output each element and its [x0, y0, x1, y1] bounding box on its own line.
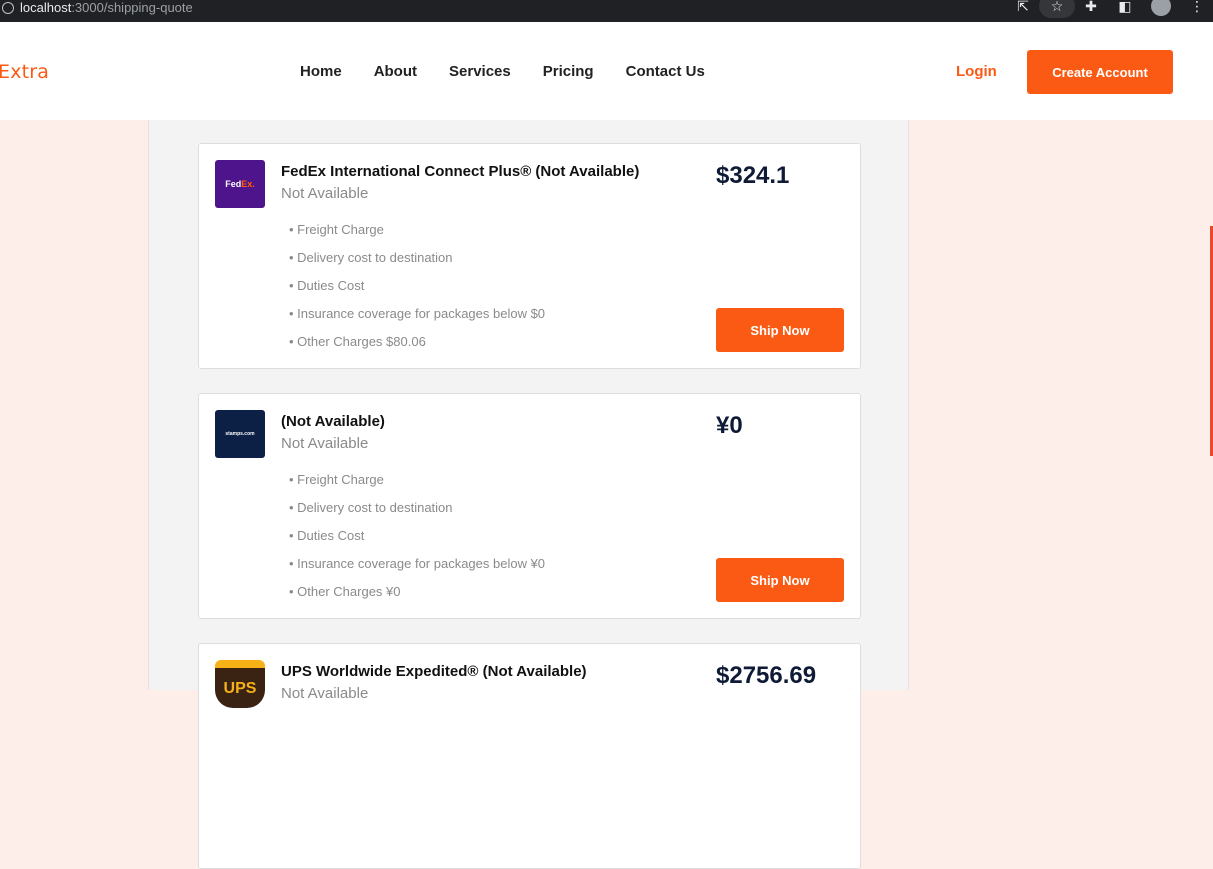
- charge-item: • Other Charges $80.06: [289, 334, 426, 349]
- quote-price: ¥0: [716, 412, 743, 439]
- quote-card: Fed Ex. FedEx International Connect Plus®…: [198, 143, 861, 369]
- charge-item: • Delivery cost to destination: [289, 250, 453, 265]
- browser-toolbar: localhost:3000/shipping-quote ⇱ ☆ ✚ ◧ ⋮: [0, 0, 1213, 22]
- quote-price: $324.1: [716, 162, 790, 189]
- charges-list: • Freight Charge • Delivery cost to dest…: [289, 222, 545, 362]
- profile-avatar-icon[interactable]: [1151, 0, 1171, 16]
- nav-links: Home About Services Pricing Contact Us: [300, 63, 705, 80]
- stamps-logo: stamps.com: [215, 410, 265, 458]
- ship-now-button[interactable]: Ship Now: [716, 308, 844, 352]
- quote-title: FedEx International Connect Plus® (Not A…: [281, 163, 640, 180]
- quote-card: stamps.com (Not Available) Not Available…: [198, 393, 861, 619]
- charge-item: • Duties Cost: [289, 528, 365, 543]
- quote-status: Not Available: [281, 185, 369, 202]
- quotes-panel: Fed Ex. FedEx International Connect Plus®…: [148, 120, 909, 869]
- star-icon[interactable]: ☆: [1049, 0, 1065, 15]
- charges-list: • Freight Charge • Delivery cost to dest…: [289, 472, 545, 612]
- charge-item: • Other Charges ¥0: [289, 584, 401, 599]
- nav-home[interactable]: Home: [300, 63, 342, 80]
- ups-logo: UPS: [215, 660, 265, 708]
- charge-item: • Duties Cost: [289, 278, 365, 293]
- create-account-button[interactable]: Create Account: [1027, 50, 1173, 94]
- quote-title: UPS Worldwide Expedited® (Not Available): [281, 663, 587, 680]
- quote-title: (Not Available): [281, 413, 385, 430]
- quote-card: UPS UPS Worldwide Expedited® (Not Availa…: [198, 643, 861, 869]
- nav-pricing[interactable]: Pricing: [543, 63, 594, 80]
- charge-item: • Insurance coverage for packages below …: [289, 556, 546, 571]
- menu-kebab-icon[interactable]: ⋮: [1189, 0, 1205, 15]
- ups-shield: UPS: [215, 660, 265, 708]
- charge-item: • Insurance coverage for packages below …: [289, 306, 546, 321]
- quote-status: Not Available: [281, 435, 369, 452]
- url-path: :3000/shipping-quote: [71, 0, 193, 15]
- site-info-icon[interactable]: [2, 2, 14, 14]
- side-panel-icon[interactable]: ◧: [1117, 0, 1133, 15]
- quote-status: Not Available: [281, 685, 369, 702]
- fedex-logo-fed: Fed: [225, 179, 242, 189]
- extensions-icon[interactable]: ✚: [1083, 0, 1099, 15]
- nav-contact-us[interactable]: Contact Us: [626, 63, 705, 80]
- brand-logo[interactable]: Extra: [0, 61, 49, 83]
- url-host: localhost: [20, 0, 72, 15]
- login-link[interactable]: Login: [956, 63, 997, 80]
- charge-item: • Delivery cost to destination: [289, 500, 453, 515]
- charge-item: • Freight Charge: [289, 222, 384, 237]
- address-bar[interactable]: localhost:3000/shipping-quote: [20, 0, 193, 15]
- nav-about[interactable]: About: [374, 63, 417, 80]
- fedex-logo: Fed Ex.: [215, 160, 265, 208]
- ship-now-button[interactable]: Ship Now: [716, 558, 844, 602]
- quote-price: $2756.69: [716, 662, 817, 689]
- site-navbar: Extra Home About Services Pricing Contac…: [0, 22, 1213, 120]
- share-icon[interactable]: ⇱: [1015, 0, 1031, 15]
- nav-services[interactable]: Services: [449, 63, 511, 80]
- fedex-logo-ex: Ex.: [241, 179, 255, 189]
- charge-item: • Freight Charge: [289, 472, 384, 487]
